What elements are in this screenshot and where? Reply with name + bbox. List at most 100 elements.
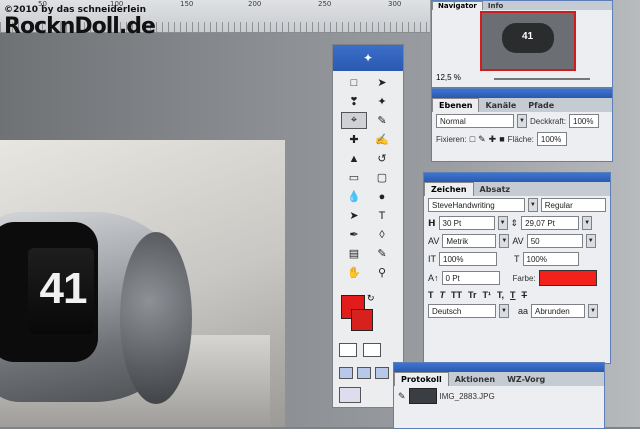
screen-mode-standard-button[interactable] xyxy=(339,367,353,379)
vertical-scale-field[interactable]: 100% xyxy=(439,252,497,266)
antialias-select[interactable]: Abrunden xyxy=(531,304,586,318)
tab-aktionen[interactable]: Aktionen xyxy=(449,373,501,386)
subscript-button[interactable]: T, xyxy=(497,290,504,300)
type-icon[interactable]: T xyxy=(369,207,395,224)
tab-absatz[interactable]: Absatz xyxy=(474,183,517,196)
watermark-logo: RocknDoll.de xyxy=(4,14,156,39)
faux-bold-button[interactable]: T xyxy=(428,290,434,300)
hand-icon[interactable]: ✋ xyxy=(341,264,367,281)
history-title-bar[interactable] xyxy=(394,363,604,372)
zoom-level[interactable]: 12,5 % xyxy=(436,73,461,82)
swap-colors-icon[interactable]: ↻ xyxy=(367,293,375,304)
magic-wand-icon[interactable]: ✦ xyxy=(369,93,395,110)
history-brush-icon[interactable]: ↺ xyxy=(369,150,395,167)
snapshot-brush-icon[interactable]: ✎ xyxy=(398,391,406,402)
lock-move-icon[interactable]: ✚ xyxy=(489,134,497,145)
tab-pfade[interactable]: Pfade xyxy=(522,99,560,112)
text-color-swatch[interactable] xyxy=(538,270,597,286)
background-color-swatch[interactable] xyxy=(351,309,373,331)
character-title-bar[interactable] xyxy=(424,173,610,182)
faux-italic-button[interactable]: T xyxy=(440,290,446,300)
marquee-icon[interactable]: □ xyxy=(341,74,367,91)
notes-icon[interactable]: ▤ xyxy=(341,245,367,262)
lasso-icon[interactable]: ❣ xyxy=(341,93,367,110)
brush-icon[interactable]: ✍ xyxy=(369,131,395,148)
all-caps-button[interactable]: TT xyxy=(451,290,462,300)
chevron-down-icon[interactable]: ▼ xyxy=(585,234,596,248)
chevron-down-icon[interactable]: ▼ xyxy=(582,216,593,230)
imageready-jump-button[interactable] xyxy=(339,387,361,403)
underline-button[interactable]: T xyxy=(510,290,516,300)
language-select[interactable]: Deutsch xyxy=(428,304,496,318)
lock-all-icon[interactable]: ■ xyxy=(499,134,504,144)
tab-navigator[interactable]: Navigator xyxy=(432,1,483,10)
thumbnail-number: 41 xyxy=(522,31,534,42)
lock-transparency-icon[interactable]: □ xyxy=(470,134,475,144)
font-style-select[interactable]: Regular xyxy=(540,198,606,212)
small-caps-button[interactable]: Tr xyxy=(468,290,477,300)
tab-kanaele[interactable]: Kanäle xyxy=(479,99,522,112)
font-size-icon: 𝗛 xyxy=(428,217,436,228)
font-family-select[interactable]: SteveHandwriting xyxy=(428,198,525,212)
dodge-icon[interactable]: ● xyxy=(369,188,395,205)
blend-mode-select[interactable]: Normal xyxy=(436,114,514,128)
history-item[interactable]: ✎ IMG_2883.JPG xyxy=(394,386,604,406)
history-snapshot-thumbnail xyxy=(408,388,437,404)
tab-protokoll[interactable]: Protokoll xyxy=(394,372,449,386)
path-select-icon[interactable]: ➤ xyxy=(341,207,367,224)
opacity-field[interactable]: 100% xyxy=(569,114,600,128)
kerning-field[interactable]: Metrik xyxy=(442,234,497,248)
crop-icon[interactable]: ⌖ xyxy=(341,112,367,129)
shape-icon[interactable]: ◊ xyxy=(369,226,395,243)
stamp-icon[interactable]: ▲ xyxy=(341,150,367,167)
chevron-down-icon[interactable]: ▼ xyxy=(527,198,538,212)
horizontal-scale-icon: T xyxy=(514,254,520,264)
fill-field[interactable]: 100% xyxy=(536,132,567,146)
blur-icon[interactable]: 💧 xyxy=(341,188,367,205)
layers-title-bar[interactable] xyxy=(432,89,612,98)
navigator-palette: Navigator Info 41 12,5 % xyxy=(431,0,613,88)
move-icon[interactable]: ➤ xyxy=(369,74,395,91)
kerning-icon: AV xyxy=(428,236,440,246)
tab-wz-vorg[interactable]: WZ-Vorg xyxy=(501,373,551,386)
leading-field[interactable]: 29,07 Pt xyxy=(521,216,580,230)
quick-mask-button[interactable] xyxy=(363,343,381,357)
ruler-tick: 250 xyxy=(318,0,332,8)
fill-label: Fläche: xyxy=(507,134,534,144)
zoom-slider[interactable] xyxy=(494,78,590,80)
screen-mode-full-button[interactable] xyxy=(375,367,389,379)
chevron-down-icon[interactable]: ▼ xyxy=(497,216,508,230)
chevron-down-icon[interactable]: ▼ xyxy=(517,114,527,128)
tab-zeichen[interactable]: Zeichen xyxy=(424,182,474,196)
tab-info[interactable]: Info xyxy=(483,2,508,10)
screen-mode-full-menu-button[interactable] xyxy=(357,367,371,379)
baseline-shift-field[interactable]: 0 Pt xyxy=(441,271,500,285)
chevron-down-icon[interactable]: ▼ xyxy=(499,304,509,318)
adobe-feather-icon[interactable]: ✦ xyxy=(333,45,403,71)
zoom-icon[interactable]: ⚲ xyxy=(369,264,395,281)
strikethrough-button[interactable]: T xyxy=(522,290,528,300)
tracking-field[interactable]: 50 xyxy=(526,234,583,248)
vertical-scale-icon: IT xyxy=(428,254,436,264)
superscript-button[interactable]: T¹ xyxy=(483,290,492,300)
eraser-icon[interactable]: ▭ xyxy=(341,169,367,186)
pen-icon[interactable]: ✒ xyxy=(341,226,367,243)
navigator-thumbnail[interactable]: 41 xyxy=(480,11,576,71)
history-item-label: IMG_2883.JPG xyxy=(439,391,495,401)
standard-mode-button[interactable] xyxy=(339,343,357,357)
tab-ebenen[interactable]: Ebenen xyxy=(432,98,480,112)
horizontal-scale-field[interactable]: 100% xyxy=(522,252,579,266)
lock-label: Fixieren: xyxy=(436,134,467,144)
leading-icon: ⇕ xyxy=(510,217,519,228)
lock-paint-icon[interactable]: ✎ xyxy=(478,134,486,145)
tools-palette: ✦ □ ➤ ❣ ✦ ⌖ ✎ ✚ ✍ ▲ ↺ ▭ ▢ 💧 ● ➤ T ✒ ◊ ▤ … xyxy=(332,44,404,408)
slice-icon[interactable]: ✎ xyxy=(369,112,395,129)
font-size-field[interactable]: 30 Pt xyxy=(438,216,495,230)
chevron-down-icon[interactable]: ▼ xyxy=(499,234,510,248)
eyedropper-icon[interactable]: ✎ xyxy=(369,245,395,262)
gradient-icon[interactable]: ▢ xyxy=(369,169,395,186)
watermark: ©2010 by das schneiderlein RocknDoll.de xyxy=(4,5,156,39)
healing-icon[interactable]: ✚ xyxy=(341,131,367,148)
chevron-down-icon[interactable]: ▼ xyxy=(588,304,599,318)
baseline-shift-icon: A↑ xyxy=(428,273,439,283)
